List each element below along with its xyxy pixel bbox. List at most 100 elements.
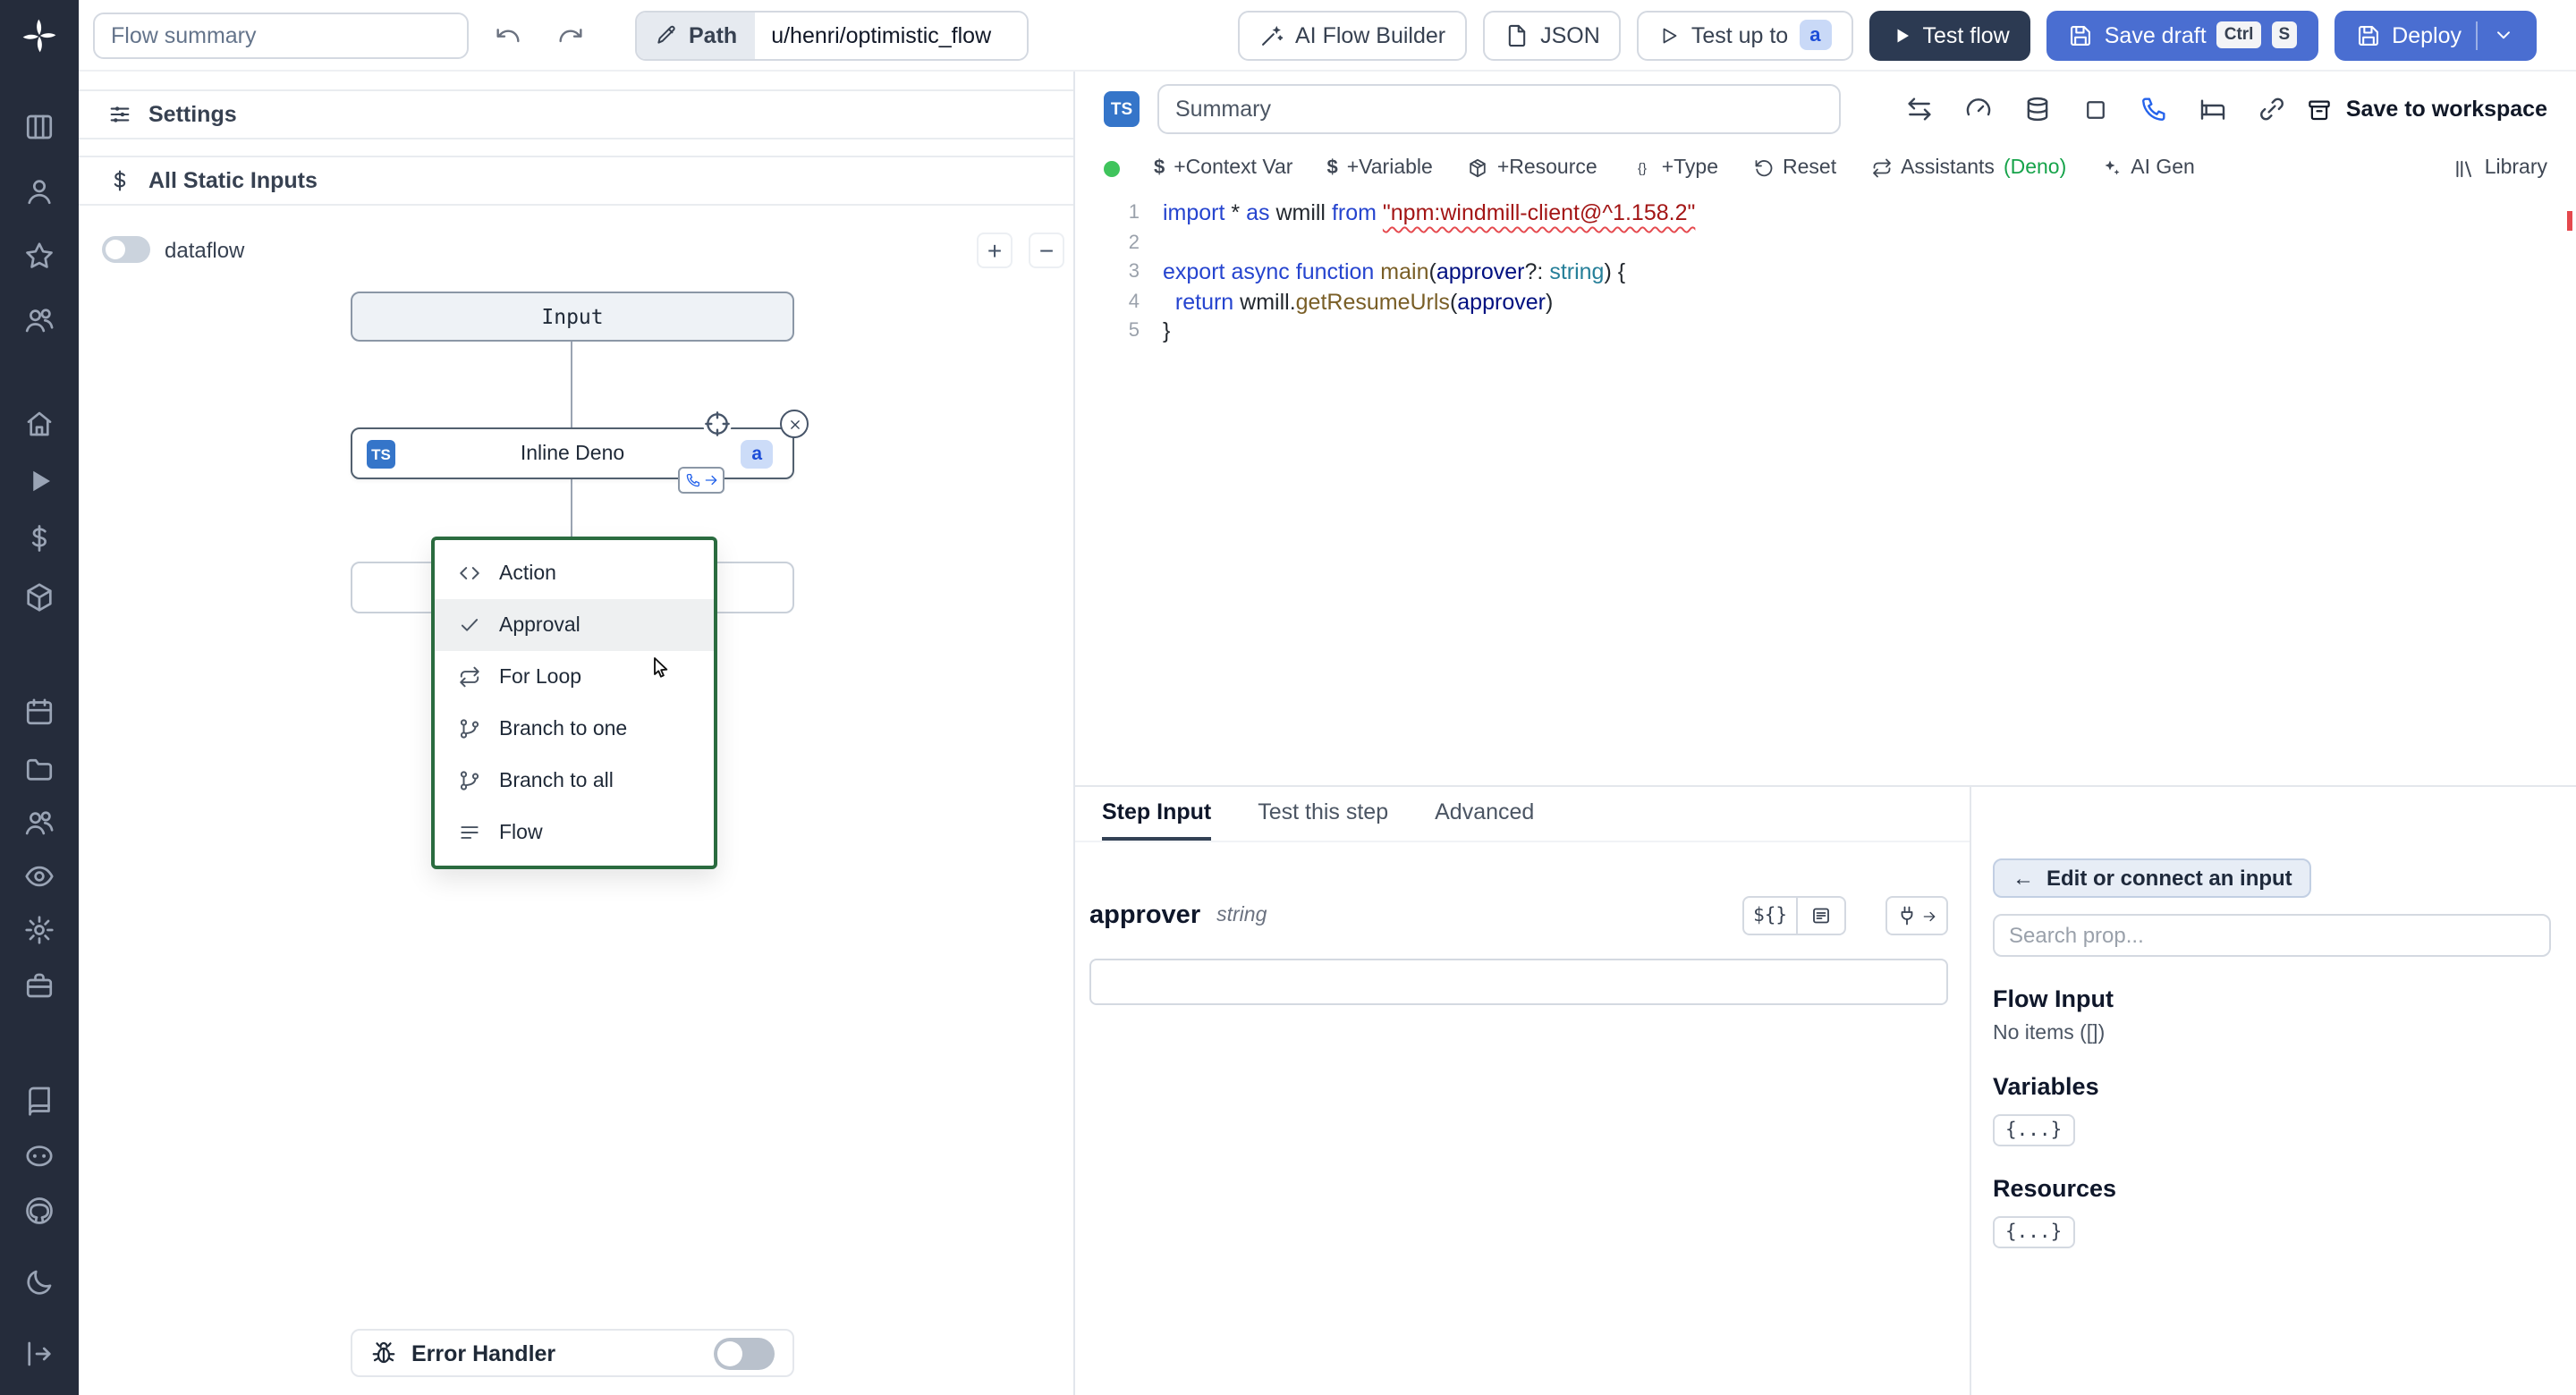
dataflow-toggle[interactable] [102,236,150,263]
edit-connect-button[interactable]: ← Edit or connect an input [1993,858,2312,898]
test-flow-label: Test flow [1922,22,2010,47]
assistants-icon [1870,157,1892,179]
delete-node-button[interactable] [780,410,809,438]
ai-flow-builder-button[interactable]: AI Flow Builder [1238,10,1468,60]
library-button[interactable]: Library [2453,156,2547,180]
discord-icon[interactable] [23,1139,55,1171]
reset-button[interactable]: Reset [1752,157,1836,179]
json-button[interactable]: JSON [1483,10,1622,60]
performance-icon[interactable] [1964,95,1993,123]
search-prop-input[interactable] [1993,914,2551,957]
add-resource-button[interactable]: +Resource [1467,157,1597,179]
menu-item-label: For Loop [499,666,582,688]
ai-gen-button[interactable]: AI Gen [2100,157,2195,179]
check-icon [458,613,481,637]
test-up-to-button[interactable]: Test up to a [1637,10,1853,60]
runs-icon[interactable] [23,465,55,497]
deploy-button[interactable]: Deploy [2334,10,2537,60]
section-title-resources: Resources [1993,1175,2117,1202]
workers-icon[interactable] [23,969,55,1002]
save-to-workspace-button[interactable]: Save to workspace [2307,96,2547,123]
edit-connect-label: Edit or connect an input [2046,866,2292,891]
users-icon[interactable] [23,304,55,336]
github-icon[interactable] [23,1195,55,1227]
bug-icon [370,1340,397,1366]
move-node-icon[interactable] [703,410,732,438]
tab-step-input[interactable]: Step Input [1102,799,1212,841]
chevron-down-icon[interactable] [2492,23,2515,46]
save-draft-button[interactable]: Save draft Ctrl S [2046,10,2319,60]
user-icon[interactable] [23,175,55,207]
schedules-icon[interactable] [23,696,55,728]
flow-icon [458,821,481,844]
shared-dir-icon[interactable] [2258,95,2286,123]
menu-item-branch-to-all[interactable]: Branch to all [435,755,714,807]
field-type: string [1216,905,1267,926]
approver-value-input[interactable] [1089,959,1948,1005]
expand-object-chip[interactable]: {...} [1993,1216,2075,1248]
diff-icon[interactable] [1905,95,1934,123]
early-stop-icon[interactable] [2082,96,2109,123]
archive-icon [2307,96,2334,123]
sleep-icon[interactable] [2199,95,2227,123]
variable-label: +Variable [1346,157,1433,179]
error-ruler-mark [2567,211,2572,231]
code-line: 3 export async function main(approver?: s… [1128,259,1626,284]
dollar-icon [107,168,132,193]
add-context-var-button[interactable]: $ +Context Var [1154,157,1292,179]
windmill-logo[interactable] [20,16,59,55]
expand-object-chip[interactable]: {...} [1993,1114,2075,1146]
expand-sidebar-icon[interactable] [23,1338,55,1370]
path-button[interactable]: Path [637,12,756,58]
home-icon[interactable] [23,408,55,440]
assistants-label: Assistants [1901,157,1995,179]
dark-mode-icon[interactable] [23,1266,55,1298]
schema-button[interactable] [1798,896,1846,935]
docs-icon[interactable] [23,1086,55,1118]
flow-settings-button[interactable]: Settings [79,89,1073,140]
redo-button[interactable] [547,12,594,58]
code-line: 2 [1128,232,1140,253]
step-summary-input[interactable] [1157,84,1841,134]
menu-item-label: Branch to one [499,718,628,740]
suspend-icon[interactable] [2140,95,2168,123]
all-static-inputs-button[interactable]: All Static Inputs [79,156,1073,206]
repeat-icon [458,665,481,689]
resources-icon[interactable] [23,581,55,613]
add-variable-button[interactable]: $ +Variable [1326,157,1432,179]
menu-item-approval[interactable]: Approval [435,599,714,651]
svg-text:{}: {} [1638,161,1647,176]
cache-icon[interactable] [2023,95,2052,123]
input-node[interactable]: Input [351,292,794,342]
variables-icon[interactable] [23,522,55,554]
folders-icon[interactable] [23,753,55,785]
error-handler-toggle[interactable] [714,1337,775,1369]
package-icon [1467,157,1488,179]
add-type-button[interactable]: {} +Type [1631,157,1718,179]
connect-input-button[interactable] [1885,896,1948,935]
menu-item-flow[interactable]: Flow [435,807,714,858]
groups-icon[interactable] [23,807,55,839]
path-input[interactable] [755,12,1028,58]
zoom-in-button[interactable]: + [977,232,1013,268]
assistants-button[interactable]: Assistants (Deno) [1870,157,2066,179]
settings-icon[interactable] [23,914,55,946]
menu-item-action[interactable]: Action [435,547,714,599]
expr-button[interactable]: ${} [1742,896,1798,935]
code-editor[interactable]: 1 import * as wmill from "npm:windmill-cl… [1075,190,2576,785]
star-icon[interactable] [23,240,55,272]
kbd-ctrl: Ctrl [2216,21,2261,48]
code-line: 5} [1128,318,1171,343]
undo-button[interactable] [485,12,531,58]
tab-advanced[interactable]: Advanced [1435,799,1534,841]
step-input-panel: Step Input Test this step Advanced approve… [1075,787,1971,1395]
audit-logs-icon[interactable] [23,860,55,892]
zoom-out-button[interactable]: − [1029,232,1064,268]
divider [2476,21,2478,49]
kanban-icon[interactable] [23,111,55,143]
test-flow-button[interactable]: Test flow [1868,10,2031,60]
flow-summary-input[interactable] [93,12,469,58]
menu-item-branch-to-one[interactable]: Branch to one [435,703,714,755]
tab-test-this-step[interactable]: Test this step [1258,799,1388,841]
error-handler-row: Error Handler [351,1329,794,1377]
